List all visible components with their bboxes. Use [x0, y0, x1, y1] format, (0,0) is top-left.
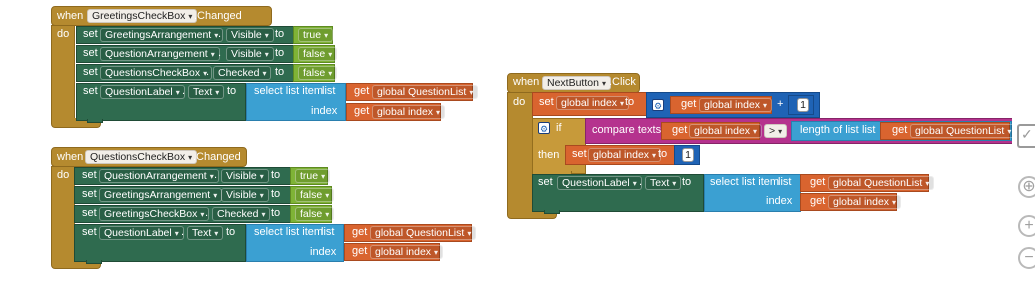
- variable-dropdown[interactable]: global QuestionList ▾: [910, 124, 1017, 138]
- property-dropdown[interactable]: Visible ▾: [226, 47, 274, 61]
- component-dropdown[interactable]: QuestionsCheckBox ▾: [100, 66, 213, 80]
- property-dropdown[interactable]: Text ▾: [188, 85, 225, 99]
- property-dropdown[interactable]: Text ▾: [187, 226, 224, 240]
- property-dropdown[interactable]: Checked ▾: [213, 66, 272, 80]
- variable-dropdown[interactable]: global index ▾: [372, 105, 446, 119]
- component-dropdown[interactable]: GreetingsArrangement ▾: [100, 28, 224, 42]
- when-label: when: [57, 151, 84, 163]
- boolean-dropdown[interactable]: false ▾: [298, 66, 338, 80]
- plus-operator: +: [777, 98, 784, 110]
- property-dropdown[interactable]: Visible ▾: [221, 169, 269, 183]
- do-label: do: [57, 169, 70, 181]
- boolean-dropdown[interactable]: true ▾: [298, 28, 334, 42]
- mutator-gear-icon[interactable]: ⚙: [652, 99, 664, 111]
- property-dropdown[interactable]: Visible ▾: [221, 188, 269, 202]
- when-label: when: [57, 10, 84, 22]
- zoom-in-icon[interactable]: +: [1018, 215, 1035, 237]
- event-name: .Changed: [194, 10, 242, 22]
- number-field[interactable]: 1: [682, 148, 694, 162]
- operator-dropdown[interactable]: > ▾: [764, 124, 788, 138]
- component-dropdown[interactable]: QuestionLabel ▾: [557, 176, 642, 190]
- zoom-out-icon[interactable]: −: [1018, 247, 1035, 269]
- when-label: when: [513, 76, 540, 88]
- component-dropdown[interactable]: QuestionLabel ▾: [99, 226, 184, 240]
- variable-dropdown[interactable]: global QuestionList ▾: [372, 85, 479, 99]
- variable-dropdown[interactable]: global QuestionList ▾: [370, 226, 477, 240]
- do-label: do: [513, 96, 526, 108]
- component-dropdown[interactable]: QuestionArrangement ▾: [99, 169, 219, 183]
- property-dropdown[interactable]: Text ▾: [645, 176, 682, 190]
- component-dropdown[interactable]: NextButton ▾: [542, 76, 611, 90]
- center-view-icon[interactable]: ⊕: [1018, 176, 1035, 198]
- boolean-dropdown[interactable]: false ▾: [295, 188, 335, 202]
- variable-dropdown[interactable]: global index ▾: [556, 96, 630, 110]
- variable-dropdown[interactable]: global index ▾: [699, 98, 773, 112]
- number-field[interactable]: 1: [797, 98, 809, 112]
- variable-dropdown[interactable]: global index ▾: [588, 148, 662, 162]
- event-name: .Changed: [193, 151, 241, 163]
- boolean-dropdown[interactable]: true ▾: [295, 169, 331, 183]
- component-dropdown[interactable]: GreetingsCheckBox ▾: [99, 207, 210, 221]
- boolean-dropdown[interactable]: false ▾: [295, 207, 335, 221]
- mutator-gear-icon[interactable]: ⚙: [538, 122, 550, 134]
- do-label: do: [57, 28, 70, 40]
- component-dropdown[interactable]: QuestionArrangement ▾: [100, 47, 220, 61]
- component-dropdown[interactable]: QuestionLabel ▾: [100, 85, 185, 99]
- boolean-dropdown[interactable]: false ▾: [298, 47, 338, 61]
- variable-dropdown[interactable]: global QuestionList ▾: [828, 176, 935, 190]
- component-dropdown[interactable]: QuestionsCheckBox ▾: [85, 150, 198, 164]
- event-name: .Click: [609, 76, 636, 88]
- trash-icon[interactable]: ✓: [1017, 124, 1035, 148]
- component-dropdown[interactable]: GreetingsArrangement ▾: [99, 188, 223, 202]
- variable-dropdown[interactable]: global index ▾: [370, 245, 444, 259]
- variable-dropdown[interactable]: global index ▾: [828, 195, 902, 209]
- property-dropdown[interactable]: Checked ▾: [212, 207, 271, 221]
- variable-dropdown[interactable]: global index ▾: [689, 124, 763, 138]
- property-dropdown[interactable]: Visible ▾: [226, 28, 274, 42]
- component-dropdown[interactable]: GreetingsCheckBox ▾: [87, 9, 198, 23]
